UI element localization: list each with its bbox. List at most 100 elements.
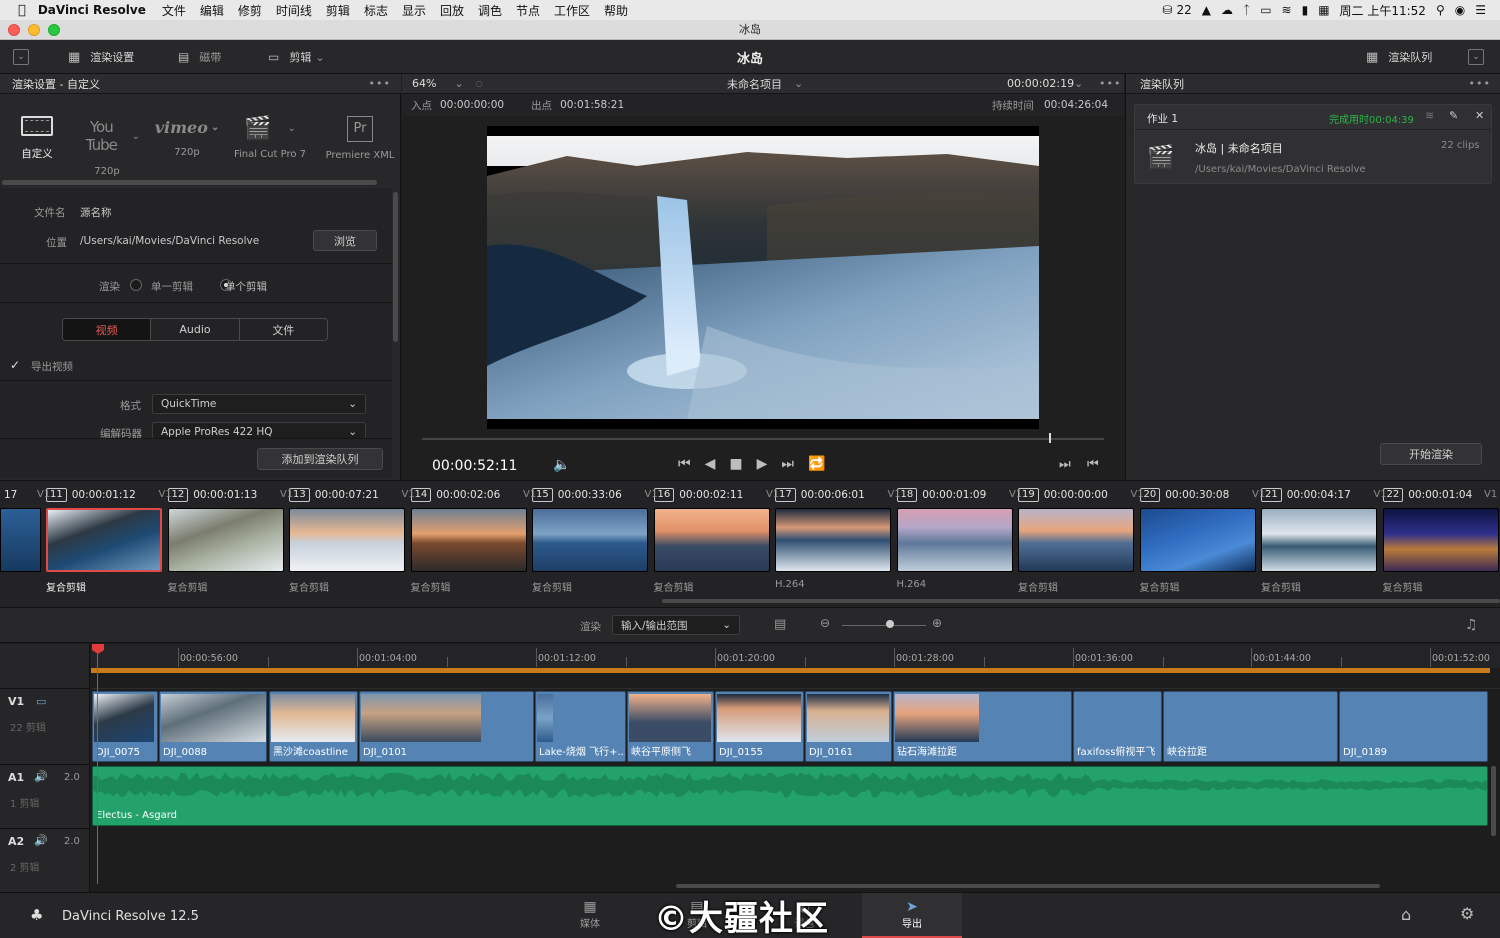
chevron-down-icon[interactable]: ⌄ [1074, 77, 1083, 90]
menu-trim[interactable]: 修剪 [238, 2, 262, 19]
preset-scrollbar[interactable] [2, 180, 377, 185]
menu-clip[interactable]: 剪辑 [326, 2, 350, 19]
right-panel-toggle-icon[interactable]: ⌄ [1468, 49, 1484, 65]
menu-nodes[interactable]: 节点 [516, 2, 540, 19]
bluetooth-icon[interactable]: ᛏ [1243, 3, 1250, 17]
chevron-down-icon[interactable]: ⌄ [454, 77, 463, 90]
settings-scrollbar[interactable] [393, 192, 398, 342]
clip-card-16[interactable]: V1 16 00:00:02:11 复合剪辑 [645, 484, 775, 599]
menu-mark[interactable]: 标志 [364, 2, 388, 19]
in-timecode[interactable]: 00:00:00:00 [440, 99, 504, 111]
play-reverse-icon[interactable]: ◀ [705, 456, 716, 472]
clip-partial-thumbnail[interactable] [0, 508, 41, 572]
a2-track-label[interactable]: A2 [8, 835, 24, 848]
cloud-icon[interactable]: ☁ [1221, 3, 1233, 17]
clip-card-22[interactable]: V1 22 00:00:01:04 复合剪辑 [1374, 484, 1500, 599]
clock-datetime[interactable]: 周二 上午11:52 [1340, 2, 1426, 19]
menu-workspace[interactable]: 工作区 [554, 2, 590, 19]
playhead-line[interactable] [97, 654, 98, 884]
out-timecode[interactable]: 00:01:58:21 [560, 99, 624, 111]
preset-youtube[interactable]: You Tube ⌄ 720p [74, 118, 140, 177]
timeline-horizontal-scrollbar[interactable] [676, 884, 1380, 888]
clip-thumbnail[interactable] [1139, 508, 1256, 572]
preset-final-cut-pro[interactable]: 🎬 ⌄ Final Cut Pro 7 [232, 116, 308, 160]
edit-job-icon[interactable]: ✎ [1449, 109, 1458, 122]
menu-playback[interactable]: 回放 [440, 2, 464, 19]
clip-thumbnail[interactable] [653, 508, 770, 572]
zoom-level[interactable]: 64% [412, 77, 436, 90]
viewer-options-icon[interactable]: ••• [1099, 77, 1121, 90]
zoom-in-icon[interactable]: ⊕ [932, 616, 942, 630]
clip-thumbnail[interactable] [775, 508, 891, 572]
zoom-out-icon[interactable]: ⊖ [820, 616, 830, 630]
timeline-video-clip[interactable]: DJI_0161 [805, 691, 892, 762]
clip-thumbnail[interactable] [1261, 508, 1377, 572]
timeline-video-clip[interactable]: DJI_0101 [359, 691, 534, 762]
clip-card-14[interactable]: V1 14 00:00:02:06 复合剪辑 [402, 484, 532, 599]
chevron-down-icon[interactable]: ⌄ [794, 77, 803, 90]
queue-options-icon[interactable]: ••• [1469, 77, 1491, 90]
single-clip-radio[interactable] [130, 279, 142, 291]
tab-video[interactable]: 视频 [63, 319, 152, 340]
menu-edit[interactable]: 编辑 [200, 2, 224, 19]
clip-thumbnail[interactable] [1018, 508, 1134, 572]
timeline-vertical-scrollbar[interactable] [1491, 766, 1496, 836]
tab-audio[interactable]: Audio [151, 319, 240, 340]
clip-thumbnail[interactable] [532, 508, 648, 572]
video-frame[interactable] [487, 126, 1039, 429]
clip-card-12[interactable]: V1 12 00:00:01:13 复合剪辑 [159, 484, 289, 599]
minimize-window-icon[interactable] [28, 24, 40, 36]
wifi-icon[interactable]: ≋ [1282, 3, 1292, 17]
airplay-icon[interactable]: ▭ [1260, 3, 1271, 17]
spotlight-search-icon[interactable]: ⚲ [1436, 3, 1445, 17]
timeline-video-clip[interactable]: Lake-烧烟 飞行+... [535, 691, 626, 762]
home-icon[interactable]: ⌂ [1401, 905, 1411, 924]
timeline-video-clip[interactable]: DJI_0075 [92, 691, 158, 762]
timeline-view-icon[interactable]: ▤ [774, 617, 786, 632]
zoom-window-icon[interactable] [48, 24, 60, 36]
a2-speaker-icon[interactable]: 🔊 [34, 834, 48, 847]
clips-toggle[interactable]: ▭ 剪辑 ⌄ [268, 49, 325, 65]
audio-meter-icon[interactable]: ♫ [1465, 617, 1478, 633]
job-preview-icon[interactable]: ≋ [1425, 109, 1434, 122]
format-select[interactable]: QuickTime ⌄ [152, 394, 366, 414]
a1-speaker-icon[interactable]: 🔊 [34, 770, 48, 783]
play-icon[interactable]: ▶ [757, 456, 768, 472]
qq-icon[interactable]: ▲ [1202, 3, 1211, 17]
clip-card-15[interactable]: V1 15 00:00:33:06 复合剪辑 [523, 484, 653, 599]
preset-vimeo[interactable]: vimeo ⌄ 720p [154, 118, 220, 158]
timeline-video-clip[interactable]: 峡谷拉距 [1163, 691, 1338, 762]
preset-premiere-xml[interactable]: Pr Premiere XML [322, 116, 398, 161]
a1-track-label[interactable]: A1 [8, 771, 24, 784]
timeline-video-clip[interactable]: DJI_0155 [715, 691, 804, 762]
clip-thumbnail[interactable] [167, 508, 284, 572]
clip-thumbnail[interactable] [896, 508, 1013, 572]
filename-value[interactable]: 源名称 [80, 205, 112, 220]
clips-scrollbar[interactable] [662, 599, 1500, 603]
browse-button[interactable]: 浏览 [313, 230, 377, 251]
preset-custom[interactable]: 自定义 [14, 116, 60, 161]
clip-card-19[interactable]: V1 19 00:00:00:00 复合剪辑 [1009, 484, 1139, 599]
remove-job-icon[interactable]: ✕ [1475, 109, 1484, 122]
clip-card-18[interactable]: V1 18 00:00:01:09 H.264 [888, 484, 1018, 599]
scrub-bar[interactable] [422, 438, 1104, 440]
loop-icon[interactable]: 🔁 [808, 456, 825, 472]
codec-select[interactable]: Apple ProRes 422 HQ ⌄ [152, 422, 366, 438]
v1-track-label[interactable]: V1 [8, 695, 24, 708]
viewer-project-name[interactable]: 未命名项目 [727, 76, 782, 92]
render-settings-toggle[interactable]: ▦ 渲染设置 [68, 49, 134, 65]
export-video-checkbox[interactable]: ✓ [10, 358, 20, 372]
timeline-video-clip[interactable]: 峡谷平原侧飞 [627, 691, 714, 762]
next-edit-icon[interactable]: ⏭ [1059, 457, 1071, 472]
apple-icon[interactable]:  [18, 3, 26, 18]
start-render-button[interactable]: 开始渲染 [1380, 443, 1482, 465]
audio-clip[interactable]: Electus - Asgard [92, 766, 1488, 826]
clip-thumbnail[interactable] [46, 508, 162, 572]
left-panel-toggle-icon[interactable]: ⌄ [13, 49, 29, 65]
battery-icon[interactable]: ▮ [1302, 3, 1309, 17]
v1-monitor-icon[interactable]: ▭ [36, 695, 46, 708]
timeline-video-clip[interactable]: 黑沙滩coastline [269, 691, 358, 762]
menu-help[interactable]: 帮助 [604, 2, 628, 19]
panel-options-icon[interactable]: ••• [369, 77, 391, 90]
stop-icon[interactable]: ■ [729, 456, 742, 472]
